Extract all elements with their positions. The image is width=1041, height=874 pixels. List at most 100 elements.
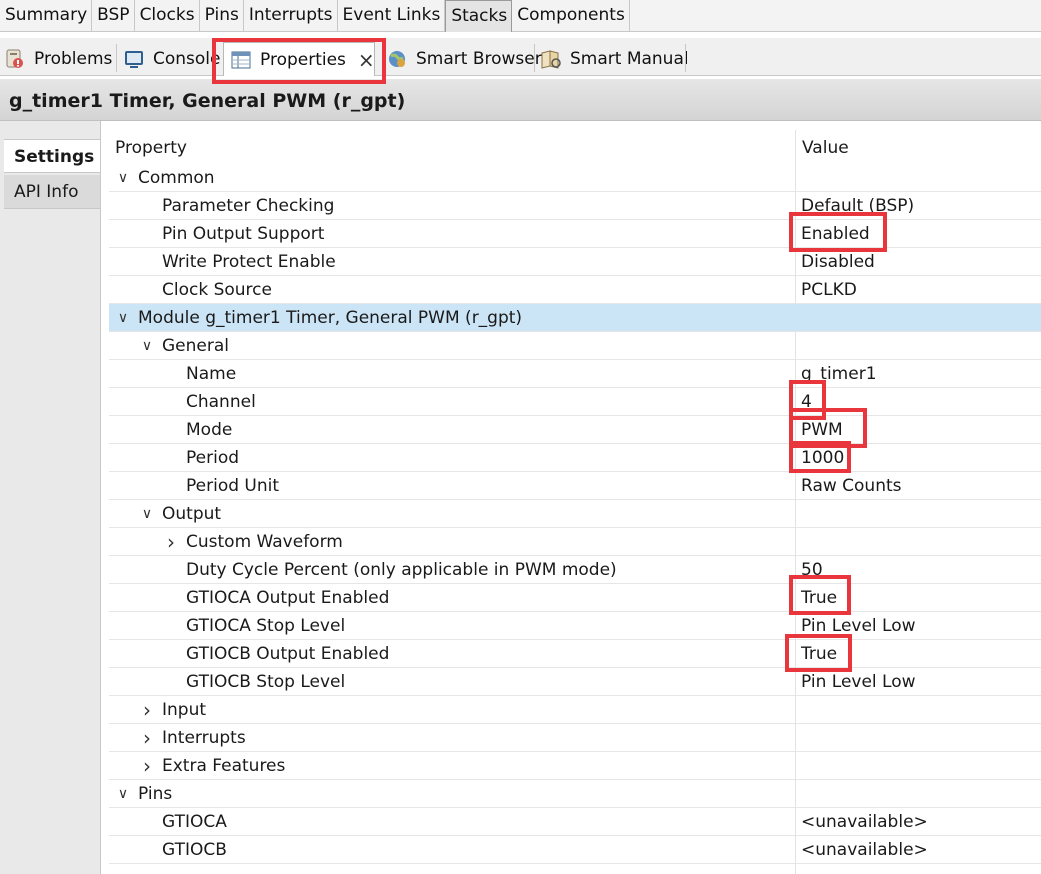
property-value[interactable]: True	[801, 640, 837, 668]
table-row[interactable]: Parameter Checking Default (BSP)	[109, 192, 1041, 220]
property-value[interactable]: PCLKD	[801, 276, 857, 304]
table-row[interactable]: GTIOCA Output Enabled True	[109, 584, 1041, 612]
smart-browser-icon	[386, 48, 408, 70]
chevron-down-icon[interactable]: ∨	[115, 780, 131, 808]
tab-interrupts[interactable]: Interrupts	[244, 0, 338, 32]
tab-pins[interactable]: Pins	[200, 0, 244, 32]
table-row[interactable]: Period 1000	[109, 444, 1041, 472]
table-row[interactable]: › Extra Features	[109, 752, 1041, 780]
table-row[interactable]: Duty Cycle Percent (only applicable in P…	[109, 556, 1041, 584]
property-value[interactable]: Disabled	[801, 248, 875, 276]
property-value[interactable]: 1000	[801, 444, 844, 472]
table-row[interactable]: GTIOCB Stop Level Pin Level Low	[109, 668, 1041, 696]
property-label: Write Protect Enable	[162, 252, 336, 272]
property-label: GTIOCB Output Enabled	[186, 644, 390, 664]
property-label: Parameter Checking	[162, 196, 335, 216]
smart-manual-icon	[540, 48, 562, 70]
tab-bsp[interactable]: BSP	[92, 0, 135, 32]
property-value[interactable]: Pin Level Low	[801, 612, 916, 640]
chevron-right-icon[interactable]: ›	[163, 528, 179, 556]
table-row[interactable]: Channel 4	[109, 388, 1041, 416]
tab-console[interactable]: Console	[123, 42, 221, 76]
page-title: g_timer1 Timer, General PWM (r_gpt)	[0, 79, 1041, 121]
console-icon	[123, 48, 145, 70]
property-label: Channel	[186, 392, 256, 412]
table-row[interactable]: › Custom Waveform	[109, 528, 1041, 556]
value-column-header: Value	[802, 138, 849, 158]
property-value[interactable]: 4	[801, 388, 812, 416]
table-row[interactable]: ∨ Output	[109, 500, 1041, 528]
chevron-right-icon[interactable]: ›	[139, 752, 155, 780]
tab-console-label: Console	[153, 49, 221, 69]
property-value[interactable]: g_timer1	[801, 360, 877, 388]
property-label: Duty Cycle Percent (only applicable in P…	[186, 560, 617, 580]
property-value[interactable]: Default (BSP)	[801, 192, 914, 220]
side-tab-settings[interactable]: Settings	[4, 139, 100, 173]
chevron-down-icon[interactable]: ∨	[139, 500, 155, 528]
table-row[interactable]: ∨ Common	[109, 164, 1041, 192]
property-value[interactable]: Enabled	[801, 220, 870, 248]
property-label: Custom Waveform	[186, 532, 343, 552]
properties-icon	[230, 49, 252, 71]
table-row[interactable]: GTIOCB Output Enabled True	[109, 640, 1041, 668]
property-value[interactable]: PWM	[801, 416, 843, 444]
chevron-down-icon[interactable]: ∨	[139, 332, 155, 360]
property-label: GTIOCB Stop Level	[186, 672, 346, 692]
property-label: GTIOCB	[162, 840, 227, 860]
tab-clocks[interactable]: Clocks	[135, 0, 200, 32]
property-label: GTIOCA Stop Level	[186, 616, 346, 636]
table-row[interactable]: ∨ Pins	[109, 780, 1041, 808]
property-value[interactable]: Raw Counts	[801, 472, 902, 500]
table-row[interactable]: Write Protect Enable Disabled	[109, 248, 1041, 276]
tab-properties-label: Properties	[260, 49, 346, 70]
table-row[interactable]: Mode PWM	[109, 416, 1041, 444]
tab-smart-manual-label: Smart Manual	[570, 49, 689, 69]
close-icon[interactable]: ×	[358, 43, 375, 77]
tab-smart-browser[interactable]: Smart Browser	[386, 42, 542, 76]
property-label: GTIOCA	[162, 812, 227, 832]
property-label: Name	[186, 364, 237, 384]
tab-summary[interactable]: Summary	[0, 0, 93, 32]
property-value[interactable]: <unavailable>	[801, 808, 928, 836]
tab-properties[interactable]: Properties ×	[223, 42, 375, 76]
tab-problems-label: Problems	[34, 49, 113, 69]
table-row[interactable]: Period Unit Raw Counts	[109, 472, 1041, 500]
property-label: Pins	[138, 784, 173, 804]
property-label: Clock Source	[162, 280, 272, 300]
table-row[interactable]: Clock Source PCLKD	[109, 276, 1041, 304]
property-label: Common	[138, 168, 215, 188]
table-row[interactable]: › Input	[109, 696, 1041, 724]
chevron-down-icon[interactable]: ∨	[115, 304, 131, 332]
property-label: Pin Output Support	[162, 224, 325, 244]
table-row[interactable]: GTIOCB <unavailable>	[109, 836, 1041, 864]
property-label: Mode	[186, 420, 233, 440]
chevron-right-icon[interactable]: ›	[139, 696, 155, 724]
table-row[interactable]: Name g_timer1	[109, 360, 1041, 388]
property-rows: ∨ Common Parameter Checking Default (BSP) Pi…	[109, 164, 1041, 864]
tab-smart-manual[interactable]: Smart Manual	[540, 42, 689, 76]
table-row[interactable]: GTIOCA Stop Level Pin Level Low	[109, 612, 1041, 640]
property-value[interactable]: <unavailable>	[801, 836, 928, 864]
table-header: Property Value	[109, 130, 1041, 164]
property-value[interactable]: True	[801, 584, 837, 612]
tab-problems[interactable]: Problems	[4, 42, 112, 76]
table-row[interactable]: GTIOCA <unavailable>	[109, 808, 1041, 836]
property-table: Property Value ∨ Common Parameter Checking…	[109, 130, 1041, 864]
tab-components[interactable]: Components	[512, 0, 630, 32]
table-row[interactable]: ∨ General	[109, 332, 1041, 360]
property-column-header: Property	[115, 138, 187, 158]
property-label: Extra Features	[162, 756, 286, 776]
tab-event-links[interactable]: Event Links	[338, 0, 446, 32]
side-tab-panel: Settings API Info	[0, 121, 101, 874]
side-tab-api-info[interactable]: API Info	[4, 175, 100, 209]
property-label: Period	[186, 448, 240, 468]
table-row[interactable]: ∨ Module g_timer1 Timer, General PWM (r_g…	[109, 304, 1041, 332]
table-row[interactable]: Pin Output Support Enabled	[109, 220, 1041, 248]
chevron-right-icon[interactable]: ›	[139, 724, 155, 752]
table-row[interactable]: › Interrupts	[109, 724, 1041, 752]
problems-icon	[4, 48, 26, 70]
tab-stacks[interactable]: Stacks	[445, 0, 513, 32]
chevron-down-icon[interactable]: ∨	[115, 164, 131, 192]
property-value[interactable]: 50	[801, 556, 823, 584]
property-value[interactable]: Pin Level Low	[801, 668, 916, 696]
